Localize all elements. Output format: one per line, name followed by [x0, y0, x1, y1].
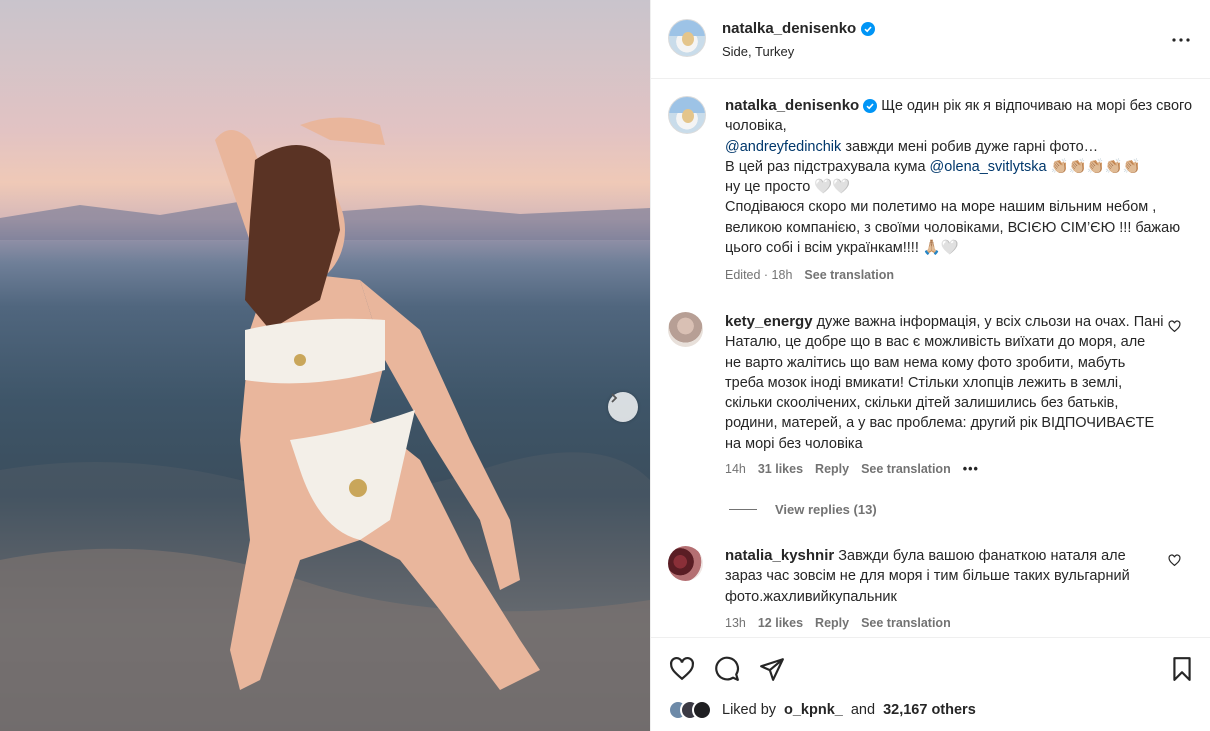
bookmark-icon[interactable] — [1169, 656, 1195, 682]
reply-button[interactable]: Reply — [815, 616, 849, 630]
action-bar: Liked by o_kpnk_ and 32,167 others — [651, 637, 1210, 731]
comment-meta: 13h 12 likes Reply See translation — [725, 616, 951, 630]
heart-icon[interactable] — [1168, 320, 1181, 333]
comment-time: 13h — [725, 616, 746, 630]
liked-by: Liked by o_kpnk_ and 32,167 others — [668, 700, 976, 720]
comment-likes[interactable]: 31 likes — [758, 462, 803, 476]
more-icon[interactable] — [1169, 28, 1193, 52]
avatar[interactable] — [668, 546, 703, 581]
avatar[interactable] — [668, 312, 703, 347]
caption-line-2: завжди мені робив дуже гарні фото… — [841, 138, 1099, 155]
see-translation-link[interactable]: See translation — [861, 616, 951, 630]
caption-username[interactable]: natalka_denisenko — [725, 97, 859, 114]
see-translation-link[interactable]: See translation — [804, 268, 894, 282]
comment-username[interactable]: kety_energy — [725, 313, 813, 330]
liker-avatars — [668, 700, 712, 720]
heart-icon[interactable] — [1168, 554, 1181, 567]
likes-count[interactable]: 32,167 others — [883, 702, 976, 718]
post-photo[interactable] — [0, 0, 650, 731]
verified-icon — [863, 99, 878, 114]
see-translation-link[interactable]: See translation — [861, 462, 951, 476]
post-location[interactable]: Side, Turkey — [722, 44, 794, 59]
view-replies-button[interactable]: View replies (13) — [729, 502, 877, 517]
avatar[interactable] — [668, 96, 706, 134]
mention-link[interactable]: @olena_svitlytska — [930, 159, 1047, 175]
post-author: natalka_denisenko — [722, 20, 876, 37]
post-side-panel: natalka_denisenko Side, Turkey natalka_d… — [650, 0, 1210, 731]
view-replies-label: View replies (13) — [775, 502, 877, 517]
reply-button[interactable]: Reply — [815, 462, 849, 476]
comment-meta: 14h 31 likes Reply See translation ••• — [725, 462, 979, 476]
comment-body: kety_energy дуже важна інформація, у всі… — [725, 312, 1165, 454]
comment-likes[interactable]: 12 likes — [758, 616, 803, 630]
liked-by-and: and — [850, 702, 876, 718]
post-header: natalka_denisenko Side, Turkey — [651, 0, 1210, 79]
chevron-right-icon — [611, 393, 618, 403]
edited-time: Edited · 18h — [725, 268, 793, 282]
caption-line-4: ну це просто 🤍🤍 — [725, 179, 851, 196]
comment-icon[interactable] — [714, 656, 740, 682]
caption-emoji: 👏🏼👏🏼👏🏼👏🏼👏🏼 — [1046, 158, 1141, 175]
caption-line-3: В цей раз підстрахувала кума — [725, 158, 930, 175]
comment-text: дуже важна інформація, у всіх сльози на … — [725, 314, 1164, 452]
liked-by-user[interactable]: o_kpnk_ — [784, 702, 843, 718]
caption-text: natalka_denisenko Ще один рік як я відпоч… — [725, 96, 1195, 258]
mention-link[interactable]: @andreyfedinchik — [725, 139, 841, 155]
verified-icon — [861, 21, 876, 36]
liked-by-prefix: Liked by — [722, 702, 777, 718]
heart-icon[interactable] — [669, 656, 695, 682]
comment: natalia_kyshnir Завжди була вашою фанатк… — [668, 546, 1198, 636]
caption-line-5: Сподіваюся скоро ми полетимо на море наш… — [725, 199, 1181, 257]
comment-options[interactable]: ••• — [963, 462, 979, 476]
comment: kety_energy дуже важна інформація, у всі… — [668, 312, 1198, 492]
next-image-button[interactable] — [608, 392, 638, 422]
author-username[interactable]: natalka_denisenko — [722, 20, 856, 37]
share-icon[interactable] — [759, 656, 785, 682]
avatar — [692, 700, 712, 720]
avatar[interactable] — [668, 19, 706, 57]
photo-illustration — [0, 117, 650, 731]
divider — [729, 509, 757, 510]
comment-body: natalia_kyshnir Завжди була вашою фанатк… — [725, 546, 1165, 607]
comment-time: 14h — [725, 462, 746, 476]
comment-username[interactable]: natalia_kyshnir — [725, 547, 834, 564]
caption-meta: Edited · 18h See translation — [725, 268, 894, 282]
